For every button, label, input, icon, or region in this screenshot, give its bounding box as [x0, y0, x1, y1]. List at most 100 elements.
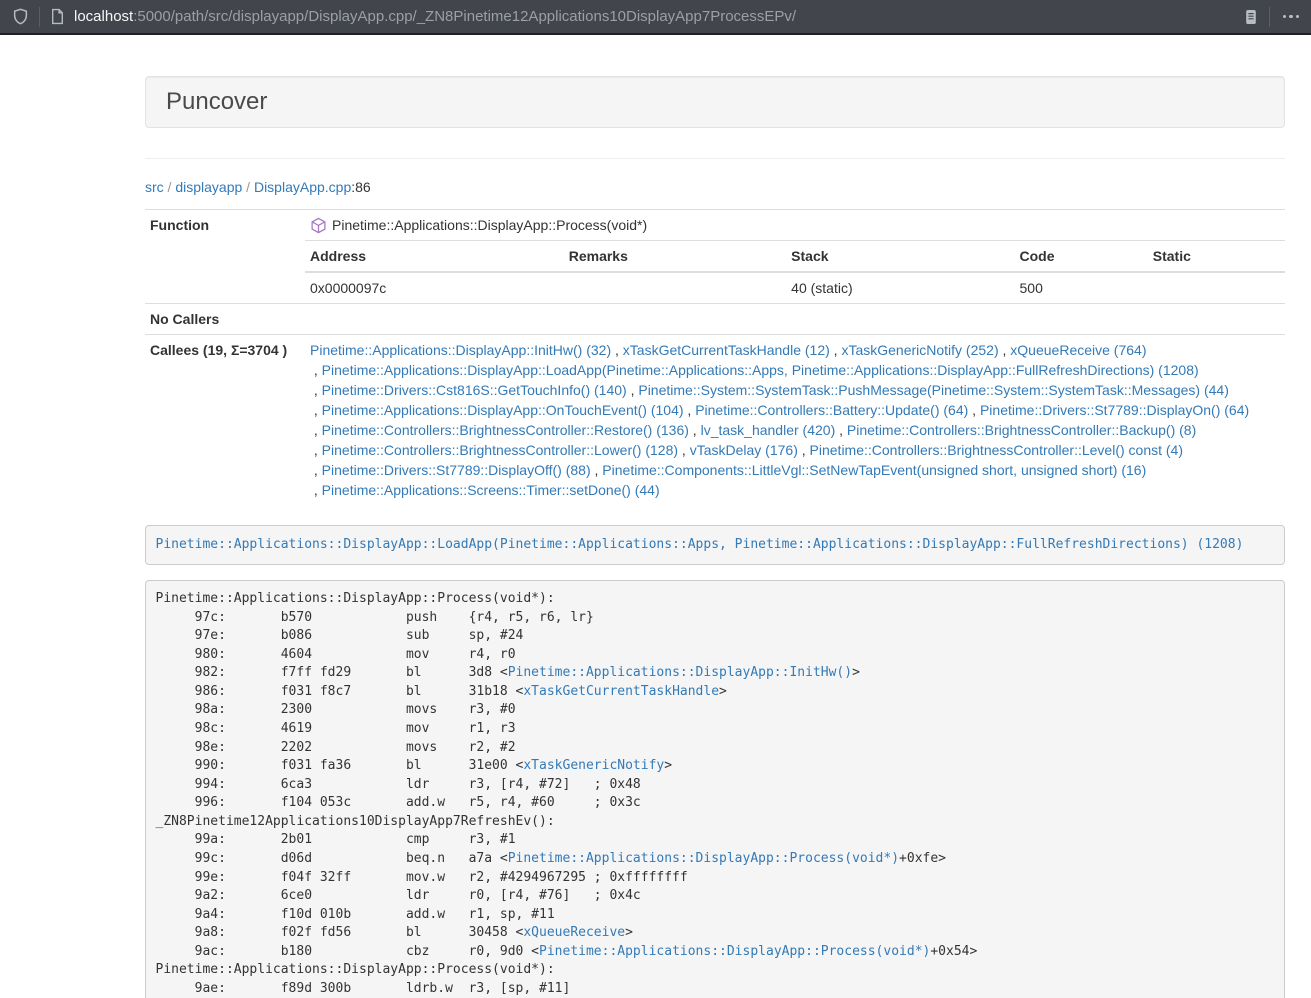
page-container: Puncover src / displayapp / DisplayApp.c…: [145, 76, 1285, 998]
callee-link[interactable]: xTaskGenericNotify (252): [841, 342, 998, 358]
callee-link[interactable]: Pinetime::Drivers::St7789::DisplayOn() (…: [980, 402, 1249, 418]
callees-separator: ,: [627, 382, 639, 398]
popover-symbol-link[interactable]: Pinetime::Applications::DisplayApp::Load…: [156, 537, 1244, 552]
callees-label: Callees (19, Σ=3704 ): [145, 335, 305, 506]
callees-separator: ,: [678, 442, 690, 458]
disasm-symbol-link[interactable]: xTaskGenericNotify: [523, 758, 664, 773]
breadcrumb-line-number: :86: [351, 179, 370, 195]
callees-separator: ,: [310, 462, 322, 478]
address-bar[interactable]: localhost:5000/path/src/displayapp/Displ…: [65, 8, 1243, 25]
browser-toolbar: localhost:5000/path/src/displayapp/Displ…: [0, 0, 1311, 35]
stats-col-stack: Stack: [786, 241, 1014, 272]
disasm-line: Pinetime::Applications::DisplayApp::Proc…: [156, 590, 1275, 609]
reader-view-icon[interactable]: [1243, 8, 1259, 26]
callees-separator: ,: [798, 442, 810, 458]
page-icon[interactable]: [50, 8, 65, 25]
disasm-symbol-link[interactable]: Pinetime::Applications::DisplayApp::Init…: [508, 665, 852, 680]
disassembly-code: Pinetime::Applications::DisplayApp::Proc…: [145, 580, 1285, 998]
callees-separator: ,: [310, 362, 322, 378]
callee-link[interactable]: lv_task_handler (420): [701, 422, 836, 438]
breadcrumb: src / displayapp / DisplayApp.cpp:86: [145, 177, 1285, 197]
stats-col-remarks: Remarks: [564, 241, 786, 272]
disasm-line: 99c: d06d beq.n a7a <Pinetime::Applicati…: [156, 850, 1275, 869]
callee-link[interactable]: Pinetime::Drivers::St7789::DisplayOff() …: [322, 462, 591, 478]
callees-separator: ,: [310, 382, 322, 398]
stats-stack-value: 40 (static): [786, 272, 1014, 303]
breadcrumb-separator: /: [242, 179, 254, 195]
page-title: Puncover: [166, 89, 1264, 115]
disasm-line: 9a4: f10d 010b add.w r1, sp, #11: [156, 906, 1275, 925]
breadcrumb-link-src[interactable]: src: [145, 179, 164, 195]
url-text: localhost:5000/path/src/displayapp/Displ…: [74, 8, 796, 25]
disasm-line: 99e: f04f 32ff mov.w r2, #4294967295 ; 0…: [156, 869, 1275, 888]
callees-list: Pinetime::Applications::DisplayApp::Init…: [305, 335, 1285, 506]
breadcrumb-separator: /: [164, 179, 176, 195]
stats-remarks-value: [564, 272, 786, 303]
callees-separator: ,: [830, 342, 842, 358]
callees-separator: ,: [591, 462, 603, 478]
toolbar-right: [1243, 7, 1300, 27]
callee-link[interactable]: Pinetime::Controllers::Battery::Update()…: [695, 402, 968, 418]
menu-dots-icon[interactable]: [1280, 15, 1300, 19]
disasm-line: 982: f7ff fd29 bl 3d8 <Pinetime::Applica…: [156, 664, 1275, 683]
function-name: Pinetime::Applications::DisplayApp::Proc…: [332, 215, 647, 235]
breadcrumb-link-file[interactable]: DisplayApp.cpp: [254, 179, 351, 195]
callee-link[interactable]: Pinetime::System::SystemTask::PushMessag…: [638, 382, 1229, 398]
disasm-line: 98a: 2300 movs r3, #0: [156, 701, 1275, 720]
callees-separator: ,: [999, 342, 1011, 358]
callees-row: Callees (19, Σ=3704 ) Pinetime::Applicat…: [145, 335, 1285, 506]
no-callers-row: No Callers: [145, 304, 1285, 335]
disasm-line: 97c: b570 push {r4, r5, r6, lr}: [156, 609, 1275, 628]
callee-link[interactable]: Pinetime::Applications::DisplayApp::OnTo…: [322, 402, 684, 418]
toolbar-divider: [39, 7, 40, 27]
callee-link[interactable]: Pinetime::Applications::Screens::Timer::…: [322, 482, 660, 498]
callees-separator: ,: [310, 422, 322, 438]
callees-separator: ,: [689, 422, 701, 438]
callees-separator: ,: [310, 482, 322, 498]
disasm-line: 98e: 2202 movs r2, #2: [156, 739, 1275, 758]
shield-icon[interactable]: [12, 8, 29, 25]
stats-row: Address Remarks Stack Code Static 0x0000…: [145, 241, 1285, 304]
callee-link[interactable]: Pinetime::Applications::DisplayApp::Init…: [310, 342, 611, 358]
function-symbol: Pinetime::Applications::DisplayApp::Proc…: [310, 215, 1280, 235]
disasm-symbol-link[interactable]: Pinetime::Applications::DisplayApp::Proc…: [539, 944, 930, 959]
stats-header-row: Address Remarks Stack Code Static: [305, 241, 1285, 272]
disasm-symbol-link[interactable]: xQueueReceive: [523, 925, 625, 940]
toolbar-divider: [1269, 7, 1270, 27]
function-label: Function: [145, 210, 305, 304]
brand-banner: Puncover: [145, 76, 1285, 128]
callee-link[interactable]: xTaskGetCurrentTaskHandle (12): [623, 342, 830, 358]
no-callers-value: [305, 304, 1285, 335]
function-row: Function Pinetime::Applications::Display…: [145, 210, 1285, 241]
callee-link[interactable]: Pinetime::Controllers::BrightnessControl…: [847, 422, 1196, 438]
callee-link[interactable]: Pinetime::Controllers::BrightnessControl…: [322, 442, 678, 458]
callee-link[interactable]: Pinetime::Controllers::BrightnessControl…: [810, 442, 1183, 458]
disasm-line: 996: f104 053c add.w r5, r4, #60 ; 0x3c: [156, 794, 1275, 813]
divider: [145, 158, 1285, 159]
disasm-line: 9a2: 6ce0 ldr r0, [r4, #76] ; 0x4c: [156, 887, 1275, 906]
breadcrumb-link-displayapp[interactable]: displayapp: [175, 179, 242, 195]
callees-separator: ,: [611, 342, 623, 358]
symbol-cube-icon: [310, 217, 327, 234]
disasm-line: 9ac: b180 cbz r0, 9d0 <Pinetime::Applica…: [156, 943, 1275, 962]
callee-link[interactable]: vTaskDelay (176): [690, 442, 798, 458]
callee-link[interactable]: Pinetime::Controllers::BrightnessControl…: [322, 422, 689, 438]
callee-link[interactable]: xQueueReceive (764): [1010, 342, 1146, 358]
disasm-line: 990: f031 fa36 bl 31e00 <xTaskGenericNot…: [156, 757, 1275, 776]
disasm-line: 99a: 2b01 cmp r3, #1: [156, 831, 1275, 850]
symbol-stats-table: Address Remarks Stack Code Static 0x0000…: [305, 241, 1285, 303]
loadapp-popover: Pinetime::Applications::DisplayApp::Load…: [145, 525, 1285, 565]
disasm-line: 98c: 4619 mov r1, r3: [156, 720, 1275, 739]
stats-col-code: Code: [1015, 241, 1148, 272]
callee-link[interactable]: Pinetime::Drivers::Cst816S::GetTouchInfo…: [322, 382, 627, 398]
disasm-line: _ZN8Pinetime12Applications10DisplayApp7R…: [156, 813, 1275, 832]
disasm-line: 9a8: f02f fd56 bl 30458 <xQueueReceive>: [156, 924, 1275, 943]
callee-link[interactable]: Pinetime::Components::LittleVgl::SetNewT…: [602, 462, 1146, 478]
callees-separator: ,: [310, 442, 322, 458]
callee-link[interactable]: Pinetime::Applications::DisplayApp::Load…: [322, 362, 1199, 378]
disasm-symbol-link[interactable]: xTaskGetCurrentTaskHandle: [523, 684, 719, 699]
callees-separator: ,: [835, 422, 847, 438]
disasm-symbol-link[interactable]: Pinetime::Applications::DisplayApp::Proc…: [508, 851, 899, 866]
function-info-table: Function Pinetime::Applications::Display…: [145, 209, 1285, 505]
disasm-line: 9ae: f89d 300b ldrb.w r3, [sp, #11]: [156, 980, 1275, 998]
